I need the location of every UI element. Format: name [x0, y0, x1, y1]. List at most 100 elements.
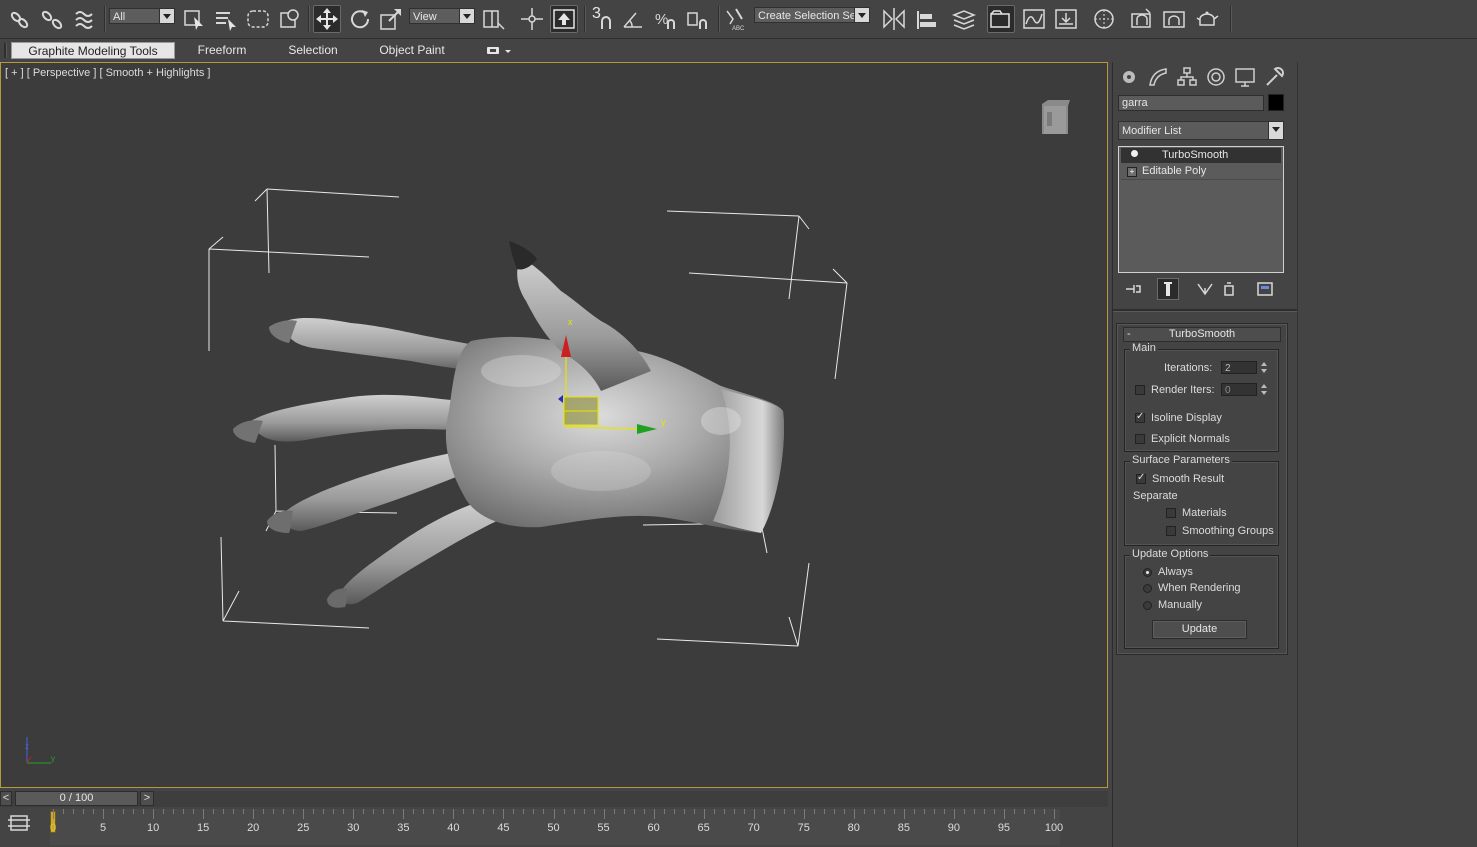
timeline-track[interactable]: 0 5 10 15 20 25 30 35 40 45 50 55 60 65 70 75 80 85 90 95 10…: [50, 809, 1063, 845]
object-color-swatch[interactable]: [1268, 94, 1284, 111]
next-frame-button[interactable]: >: [140, 791, 154, 806]
timeline-tick: [973, 809, 975, 814]
perspective-viewport[interactable]: [ + ] [ Perspective ] [ Smooth + Highlig…: [0, 62, 1108, 788]
timeline-tick: [683, 809, 685, 814]
modify-tab-icon[interactable]: [1146, 65, 1170, 89]
create-tab-icon[interactable]: [1117, 65, 1141, 89]
select-and-scale-icon[interactable]: [377, 5, 405, 33]
remove-modifier-icon[interactable]: [1219, 280, 1239, 298]
timeline-tick: [443, 809, 445, 814]
tab-object-paint[interactable]: Object Paint: [375, 42, 449, 59]
manually-radio[interactable]: [1143, 601, 1152, 610]
timeline-tick: [223, 809, 225, 814]
timeline-tick-label: 20: [247, 822, 260, 834]
named-selection-sets-dropdown[interactable]: Create Selection Se: [754, 7, 870, 23]
timeline-tick: [143, 809, 145, 814]
explicit-normals-checkbox[interactable]: [1135, 434, 1145, 444]
iterations-spinner[interactable]: 2: [1221, 361, 1257, 374]
curve-editor-icon[interactable]: [1020, 5, 1048, 33]
ribbon-options-icon[interactable]: [486, 45, 512, 57]
select-object-icon[interactable]: [180, 5, 208, 33]
prev-frame-button[interactable]: <: [0, 791, 12, 806]
iterations-spinner-arrows[interactable]: [1260, 361, 1269, 374]
timeline-tick: [183, 809, 185, 814]
selection-region-icon[interactable]: [244, 5, 272, 33]
select-and-rotate-icon[interactable]: [345, 5, 373, 33]
align-icon[interactable]: [912, 5, 940, 33]
timeline-tick: [393, 809, 395, 814]
pin-stack-icon[interactable]: [1123, 280, 1143, 298]
layer-manager-icon[interactable]: [950, 5, 978, 33]
select-by-name-icon[interactable]: [212, 5, 240, 33]
show-end-result-icon[interactable]: [1157, 278, 1179, 300]
frame-display[interactable]: 0 / 100: [15, 791, 138, 806]
time-slider[interactable]: < 0 / 100 >: [0, 791, 1108, 807]
render-setup-icon[interactable]: [1128, 5, 1156, 33]
stack-item-turbosmooth[interactable]: TurboSmooth: [1121, 148, 1281, 163]
render-production-teapot-icon[interactable]: [1193, 5, 1221, 33]
selection-filter-dropdown[interactable]: All: [109, 8, 175, 24]
manipulate-icon[interactable]: [518, 5, 546, 33]
unlink-selection-icon[interactable]: [38, 5, 66, 33]
pivot-center-icon[interactable]: [480, 5, 508, 33]
select-and-move-icon[interactable]: [313, 5, 341, 33]
tab-selection[interactable]: Selection: [280, 42, 346, 59]
rollout-header[interactable]: - TurboSmooth: [1123, 327, 1281, 342]
render-iters-spinner-arrows[interactable]: [1260, 383, 1269, 396]
hand-mesh[interactable]: [233, 241, 785, 608]
schematic-view-icon[interactable]: [1052, 5, 1080, 33]
angle-snap-icon[interactable]: [620, 5, 648, 33]
timeline-tick: [383, 809, 385, 814]
bind-to-space-warp-icon[interactable]: [71, 5, 99, 33]
timeline-tick: [453, 809, 455, 819]
smooth-result-checkbox[interactable]: [1136, 472, 1146, 484]
select-and-link-icon[interactable]: [6, 5, 34, 33]
rendered-frame-window-icon[interactable]: [1160, 5, 1188, 33]
percent-snap-icon[interactable]: %: [652, 5, 680, 33]
display-tab-icon[interactable]: [1233, 65, 1257, 89]
reference-coordinate-dropdown[interactable]: View: [409, 8, 475, 24]
tab-graphite-modeling-tools[interactable]: Graphite Modeling Tools: [11, 42, 175, 59]
snaps-toggle-icon[interactable]: 3: [588, 5, 616, 33]
keyboard-shortcut-override-icon[interactable]: [550, 5, 578, 33]
scene-canvas[interactable]: x y z y: [1, 63, 1107, 787]
render-iters-checkbox[interactable]: [1135, 385, 1145, 395]
when-rendering-radio[interactable]: [1143, 584, 1152, 593]
spinner-snap-icon[interactable]: [684, 5, 712, 33]
mini-curve-editor-icon[interactable]: [6, 812, 34, 836]
chevron-down-icon: [459, 9, 474, 23]
modifier-list-dropdown[interactable]: Modifier List: [1118, 121, 1284, 140]
timeline-tick: [193, 809, 195, 814]
update-button[interactable]: Update: [1152, 620, 1247, 639]
make-unique-icon[interactable]: [1195, 280, 1215, 298]
timeline-tick: [533, 809, 535, 814]
ribbon-grip[interactable]: [4, 43, 7, 58]
stack-item-editable-poly[interactable]: + Editable Poly: [1121, 164, 1281, 180]
edit-named-selection-icon[interactable]: ABC: [722, 5, 750, 33]
hierarchy-tab-icon[interactable]: [1175, 65, 1199, 89]
window-crossing-icon[interactable]: [276, 5, 304, 33]
timeline-tick: [463, 809, 465, 814]
expand-plus-icon[interactable]: +: [1127, 167, 1137, 177]
object-name-field[interactable]: garra: [1118, 95, 1264, 111]
lightbulb-icon[interactable]: [1131, 150, 1138, 157]
timeline-tick: [863, 809, 865, 814]
scene-explorer-icon[interactable]: [987, 5, 1015, 33]
utilities-tab-icon[interactable]: [1262, 65, 1286, 89]
timeline-tick: [993, 809, 995, 814]
render-iters-spinner[interactable]: 0: [1221, 383, 1257, 396]
material-editor-icon[interactable]: [1090, 5, 1118, 33]
always-radio[interactable]: [1143, 568, 1152, 577]
motion-tab-icon[interactable]: [1204, 65, 1228, 89]
modifier-stack[interactable]: TurboSmooth + Editable Poly: [1118, 146, 1284, 273]
timeline-tick-label: 40: [447, 822, 460, 834]
tab-freeform[interactable]: Freeform: [189, 42, 255, 59]
smoothing-groups-checkbox[interactable]: [1166, 526, 1176, 536]
materials-checkbox[interactable]: [1166, 508, 1176, 518]
timeline-tick: [983, 809, 985, 814]
timeline-tick-label: 25: [297, 822, 310, 834]
mirror-icon[interactable]: [880, 5, 908, 33]
isoline-display-checkbox[interactable]: [1135, 411, 1145, 423]
configure-modifier-sets-icon[interactable]: [1255, 280, 1275, 298]
timeline-tick: [303, 809, 305, 819]
